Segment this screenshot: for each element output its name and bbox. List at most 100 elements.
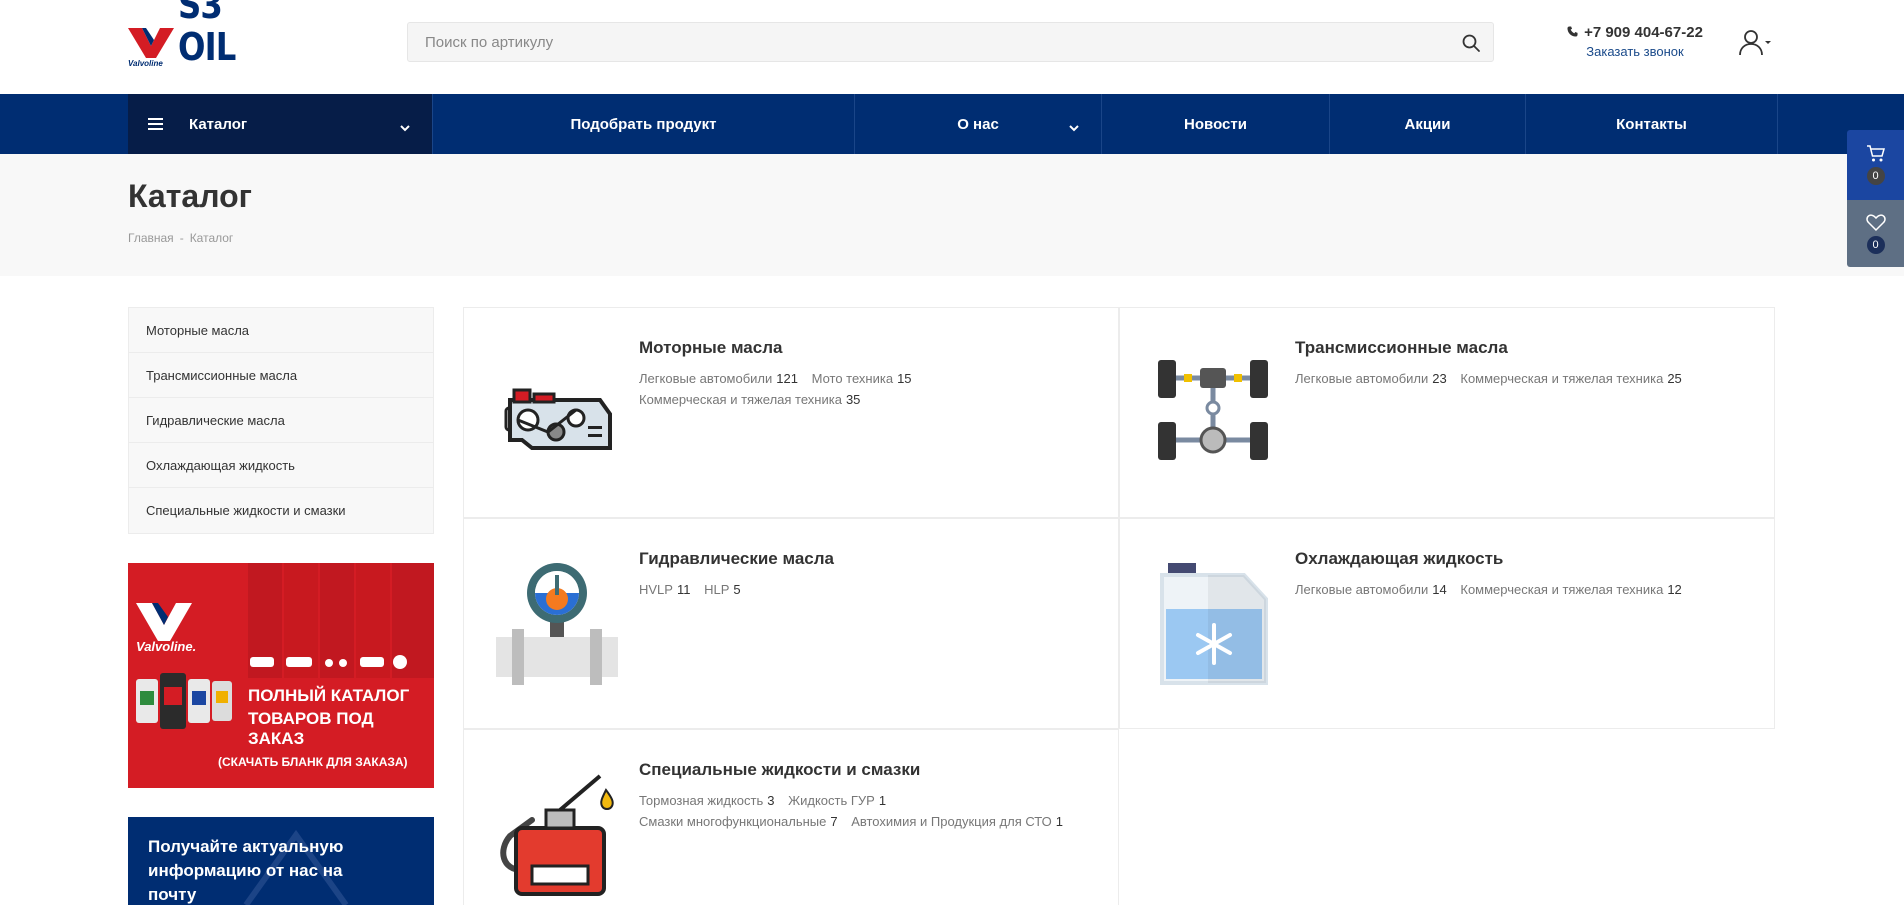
sidebar-item-special-fluids[interactable]: Специальные жидкости и смазки xyxy=(129,488,433,533)
nav-promo[interactable]: Акции xyxy=(1330,94,1526,154)
nav-about[interactable]: О нас xyxy=(855,94,1102,154)
phone-number: +7 909 404-67-22 xyxy=(1584,24,1703,41)
card-subcategories: HVLP 11 HLP 5 xyxy=(639,579,1099,600)
sidebar-item-coolant[interactable]: Охлаждающая жидкость xyxy=(129,443,433,488)
subcategory-label: HLP xyxy=(704,582,730,597)
chevron-down-icon xyxy=(400,119,410,136)
subcategory-count: 5 xyxy=(733,582,741,597)
catalog-card-hydraulic-oils: Гидравлические масла HVLP 11 HLP 5 xyxy=(463,518,1119,729)
favorites-count-badge: 0 xyxy=(1866,235,1885,254)
cart-icon xyxy=(1866,145,1885,162)
search-input[interactable] xyxy=(408,23,1493,61)
catalog-card-transmission-oils: Трансмиссионные масла Легковые автомобил… xyxy=(1119,307,1775,518)
sidebar-item-transmission-oils[interactable]: Трансмиссионные масла xyxy=(129,353,433,398)
coolant-canister-icon[interactable] xyxy=(1148,559,1278,689)
sidebar-item-hydraulic-oils[interactable]: Гидравлические масла xyxy=(129,398,433,443)
subcategory-count: 35 xyxy=(845,392,861,407)
logo-brand: Valvoline xyxy=(128,59,163,68)
nav-news[interactable]: Новости xyxy=(1102,94,1330,154)
breadcrumb: Главная - Каталог xyxy=(128,231,233,245)
chassis-icon[interactable] xyxy=(1148,348,1278,478)
valvoline-logo-icon: Valvoline xyxy=(128,26,174,68)
subcategory-label: Коммерческая и тяжелая техника xyxy=(1460,371,1664,386)
subcategory-label: Коммерческая и тяжелая техника xyxy=(1460,582,1664,597)
card-subcategories: Легковые автомобили 14 Коммерческая и тяж… xyxy=(1295,579,1755,600)
subcategory-count: 11 xyxy=(676,582,691,597)
card-title[interactable]: Гидравлические масла xyxy=(639,549,834,569)
subcategory-link[interactable]: Тормозная жидкость 3 xyxy=(639,793,775,808)
catalog-card-coolant: Охлаждающая жидкость Легковые автомобили… xyxy=(1119,518,1775,729)
subcategory-count: 14 xyxy=(1432,582,1447,597)
catalog-download-banner[interactable]: Valvoline. ПОЛНЫЙ КАТАЛОГ ТОВАРОВ ПОД ЗА… xyxy=(128,563,434,788)
user-icon xyxy=(1739,30,1763,56)
pressure-gauge-icon[interactable] xyxy=(492,559,622,689)
card-title[interactable]: Специальные жидкости и смазки xyxy=(639,760,920,780)
subcategory-label: Легковые автомобили xyxy=(1295,582,1429,597)
search-icon[interactable] xyxy=(1461,33,1481,53)
subcategory-count: 7 xyxy=(830,814,838,829)
card-subcategories: Тормозная жидкость 3 Жидкость ГУР 1 Смазки… xyxy=(639,790,1099,832)
banner-brand: Valvoline. xyxy=(136,639,197,654)
newsletter-banner[interactable]: Получайте актуальную информацию от нас н… xyxy=(128,817,434,905)
subcategory-link[interactable]: Легковые автомобили 121 xyxy=(639,371,798,386)
catalog-grid: Моторные масла Легковые автомобили 121 Мо… xyxy=(463,307,1776,905)
subcategory-count: 15 xyxy=(897,371,912,386)
nav-catalog-label: Каталог xyxy=(189,115,248,133)
sidebar-menu: Моторные масла Трансмиссионные масла Гид… xyxy=(128,307,434,534)
subcategory-label: Мото техника xyxy=(811,371,894,386)
subcategory-label: Легковые автомобили xyxy=(639,371,773,386)
subcategory-count: 121 xyxy=(776,371,798,386)
title-area: Каталог Главная - Каталог xyxy=(0,154,1904,276)
subcategory-count: 23 xyxy=(1432,371,1447,386)
subcategory-count: 3 xyxy=(767,793,775,808)
phone[interactable]: +7 909 404-67-22 xyxy=(1560,24,1710,41)
engine-icon[interactable] xyxy=(492,348,622,478)
nav-pick-product[interactable]: Подобрать продукт xyxy=(433,94,855,154)
card-title[interactable]: Трансмиссионные масла xyxy=(1295,338,1508,358)
subcategory-link[interactable]: Легковые автомобили 14 xyxy=(1295,582,1447,597)
subcategory-link[interactable]: Жидкость ГУР 1 xyxy=(788,793,886,808)
subcategory-count: 12 xyxy=(1667,582,1682,597)
subcategory-link[interactable]: Коммерческая и тяжелая техника 12 xyxy=(1460,582,1681,597)
floating-cart[interactable]: 0 xyxy=(1847,130,1904,200)
subcategory-link[interactable]: Автохимия и Продукция для СТО 1 xyxy=(851,814,1063,829)
breadcrumb-current: Каталог xyxy=(189,231,234,245)
sidebar-item-motor-oils[interactable]: Моторные масла xyxy=(129,308,433,353)
nav-contacts[interactable]: Контакты xyxy=(1526,94,1778,154)
header: Valvoline S3 OIL +7 909 404-67-22 Заказа… xyxy=(0,0,1904,94)
burger-icon xyxy=(148,118,163,130)
catalog-card-special-fluids: Специальные жидкости и смазки Тормозная … xyxy=(463,729,1119,905)
subcategory-link[interactable]: Мото техника 15 xyxy=(812,371,912,386)
heart-icon xyxy=(1865,213,1886,231)
phone-icon xyxy=(1567,24,1578,41)
logo-text: S3 OIL xyxy=(178,0,236,69)
banner-line-2: ТОВАРОВ ПОД ЗАКАЗ xyxy=(248,709,374,748)
subcategory-link[interactable]: HLP 5 xyxy=(704,582,741,597)
oil-can-icon[interactable] xyxy=(492,770,622,900)
card-title[interactable]: Моторные масла xyxy=(639,338,782,358)
catalog-card-motor-oils: Моторные масла Легковые автомобили 121 Мо… xyxy=(463,307,1119,518)
subcategory-label: HVLP xyxy=(639,582,673,597)
search-bar xyxy=(407,22,1494,62)
subcategory-link[interactable]: HVLP 11 xyxy=(639,582,690,597)
main-nav: Каталог Подобрать продукт О нас Новости … xyxy=(0,94,1904,154)
user-menu[interactable] xyxy=(1738,28,1774,58)
subcategory-count: 1 xyxy=(878,793,887,808)
breadcrumb-home[interactable]: Главная xyxy=(128,231,174,245)
subcategory-link[interactable]: Коммерческая и тяжелая техника 35 xyxy=(639,392,860,407)
card-title[interactable]: Охлаждающая жидкость xyxy=(1295,549,1503,569)
logo[interactable]: Valvoline S3 OIL xyxy=(128,0,298,68)
nav-about-label: О нас xyxy=(957,115,999,133)
subcategory-label: Смазки многофункциональные xyxy=(639,814,827,829)
subcategory-link[interactable]: Смазки многофункциональные 7 xyxy=(639,814,838,829)
cart-count-badge: 0 xyxy=(1866,167,1885,185)
subcategory-count: 1 xyxy=(1055,814,1064,829)
breadcrumb-separator: - xyxy=(179,231,184,245)
banner-line-1: ПОЛНЫЙ КАТАЛОГ xyxy=(248,686,410,705)
floating-favorites[interactable]: 0 xyxy=(1847,200,1904,267)
nav-catalog[interactable]: Каталог xyxy=(128,94,433,154)
subcategory-label: Легковые автомобили xyxy=(1295,371,1429,386)
subcategory-link[interactable]: Коммерческая и тяжелая техника 25 xyxy=(1460,371,1681,386)
callback-link[interactable]: Заказать звонок xyxy=(1560,44,1710,59)
subcategory-link[interactable]: Легковые автомобили 23 xyxy=(1295,371,1447,386)
